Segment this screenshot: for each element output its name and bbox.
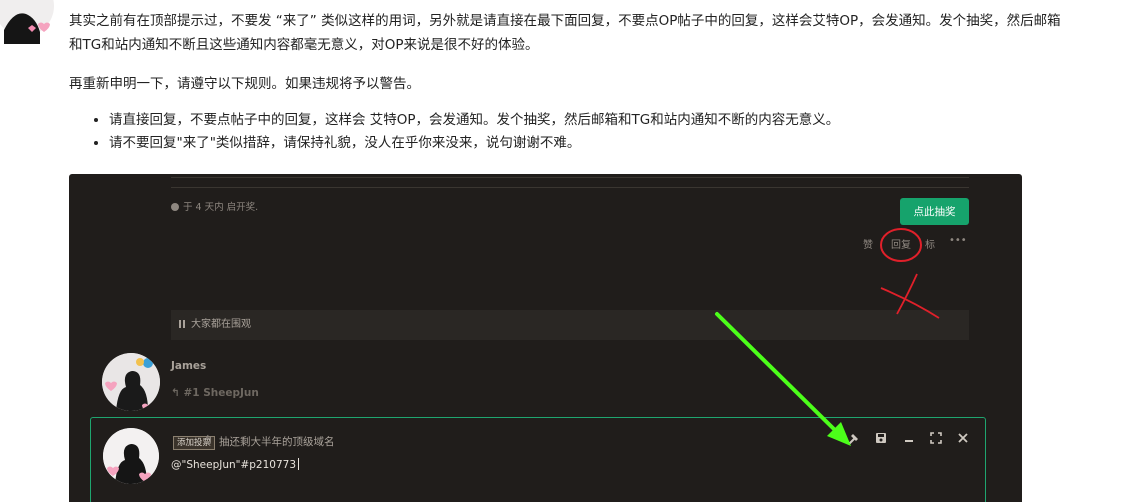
reply-button[interactable]: 回复 (891, 236, 911, 251)
reply-arrow-icon: ↰ (204, 433, 214, 446)
fullscreen-icon[interactable] (928, 432, 944, 444)
pause-icon (179, 320, 185, 328)
annotation-x-stroke (896, 273, 918, 315)
save-icon[interactable] (873, 432, 889, 444)
lottery-button[interactable]: 点此抽奖 (900, 198, 969, 225)
reply-to-link[interactable]: ↰ #1 SheepJun (171, 387, 259, 399)
reply-arrow-icon: ↰ (171, 387, 184, 399)
flag-button[interactable]: 标 (925, 236, 935, 251)
hammer-icon[interactable] (845, 432, 861, 445)
avatar (103, 428, 159, 484)
rules-list: 请直接回复，不要点帖子中的回复，这样会 艾特OP，会发通知。发个抽奖，然后邮箱和… (91, 109, 839, 155)
reply-composer[interactable]: 添加投票 ↰ 抽还剩大半年的顶级域名 @"SheepJun"#p210773 (90, 417, 986, 502)
reply-username[interactable]: James (171, 360, 206, 372)
close-icon[interactable] (955, 432, 971, 444)
post-paragraph: 再重新申明一下，请遵守以下规则。如果违规将予以警告。 (69, 76, 420, 92)
clock-icon (171, 203, 179, 211)
divider (171, 187, 969, 188)
post-paragraph: 其实之前有在顶部提示过，不要发 “来了” 类似这样的用词，另外就是请直接在最下面… (69, 13, 1061, 53)
avatar[interactable] (0, 0, 56, 44)
minimize-icon[interactable] (901, 432, 917, 444)
watching-banner: 大家都在围观 (171, 310, 969, 340)
lottery-open-time: 于 4 天内 启开奖. (171, 199, 258, 213)
reply-editor[interactable]: @"SheepJun"#p210773 (171, 458, 300, 471)
embedded-screenshot: 于 4 天内 启开奖. 点此抽奖 赞 回复 标 ••• 大家都在围观 James… (69, 174, 1022, 502)
reply-topic-title[interactable]: 抽还剩大半年的顶级域名 (219, 434, 335, 449)
list-item: 请不要回复"来了"类似措辞，请保持礼貌，没人在乎你来没来，说句谢谢不难。 (109, 132, 839, 155)
list-item: 请直接回复，不要点帖子中的回复，这样会 艾特OP，会发通知。发个抽奖，然后邮箱和… (109, 109, 839, 132)
more-button[interactable]: ••• (949, 235, 967, 246)
avatar[interactable] (102, 353, 160, 411)
like-button[interactable]: 赞 (863, 236, 873, 251)
divider (171, 177, 969, 178)
